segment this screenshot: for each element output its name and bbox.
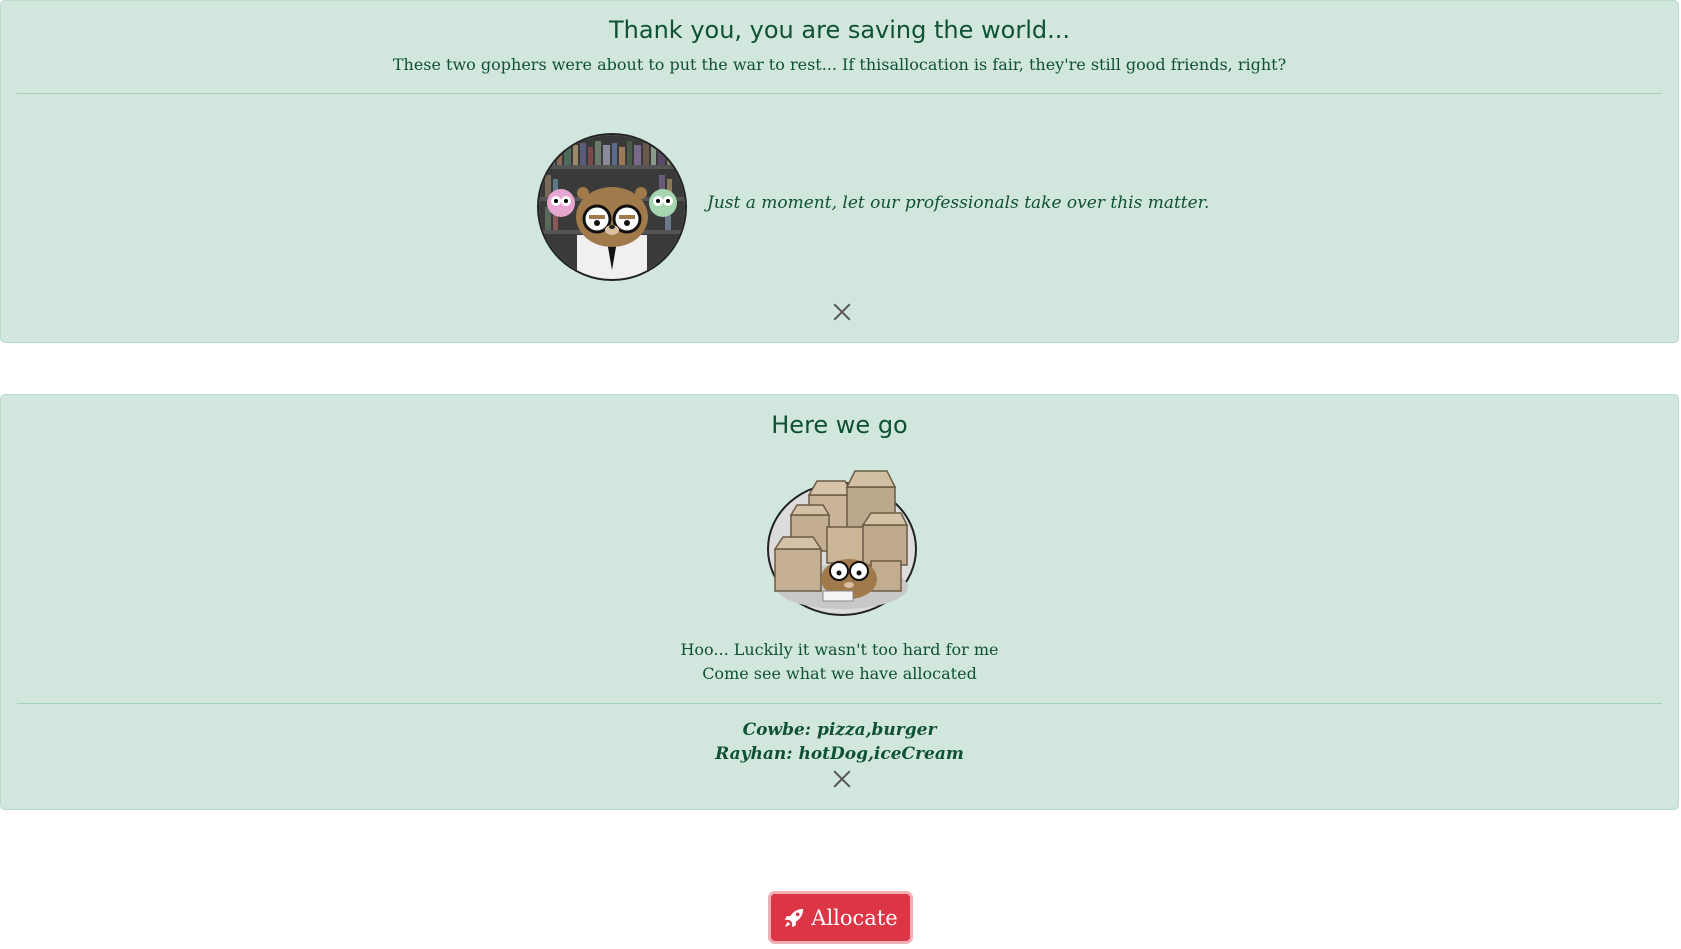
intro-heading: Thank you, you are saving the world...: [609, 16, 1070, 44]
result-message-line-2: Come see what we have allocated: [702, 664, 977, 683]
allocation-result: Rayhan: hotDog,iceCream: [715, 744, 964, 764]
result-message-line-1: Hoo... Luckily it wasn't too hard for me: [680, 640, 999, 659]
intro-quote: Just a moment, let our professionals tak…: [707, 193, 1210, 213]
allocate-button-label: Allocate: [811, 905, 898, 930]
result-heading: Here we go: [771, 411, 908, 439]
alert-result: Here we go Hoo... Luckily it wasn't too …: [0, 394, 1679, 810]
professor-gopher-icon: [537, 133, 687, 281]
intro-lead-text: These two gophers were about to put the …: [392, 55, 1287, 74]
close-icon[interactable]: [832, 769, 852, 789]
result-divider: [17, 703, 1662, 704]
boxes-gopher-icon: [767, 467, 917, 617]
rocket-icon: [783, 907, 805, 929]
allocation-result: Cowbe: pizza,burger: [742, 720, 937, 740]
alert-intro: Thank you, you are saving the world... T…: [0, 0, 1679, 343]
close-icon[interactable]: [832, 302, 852, 322]
allocate-button[interactable]: Allocate: [768, 891, 913, 944]
intro-divider: [17, 93, 1662, 94]
